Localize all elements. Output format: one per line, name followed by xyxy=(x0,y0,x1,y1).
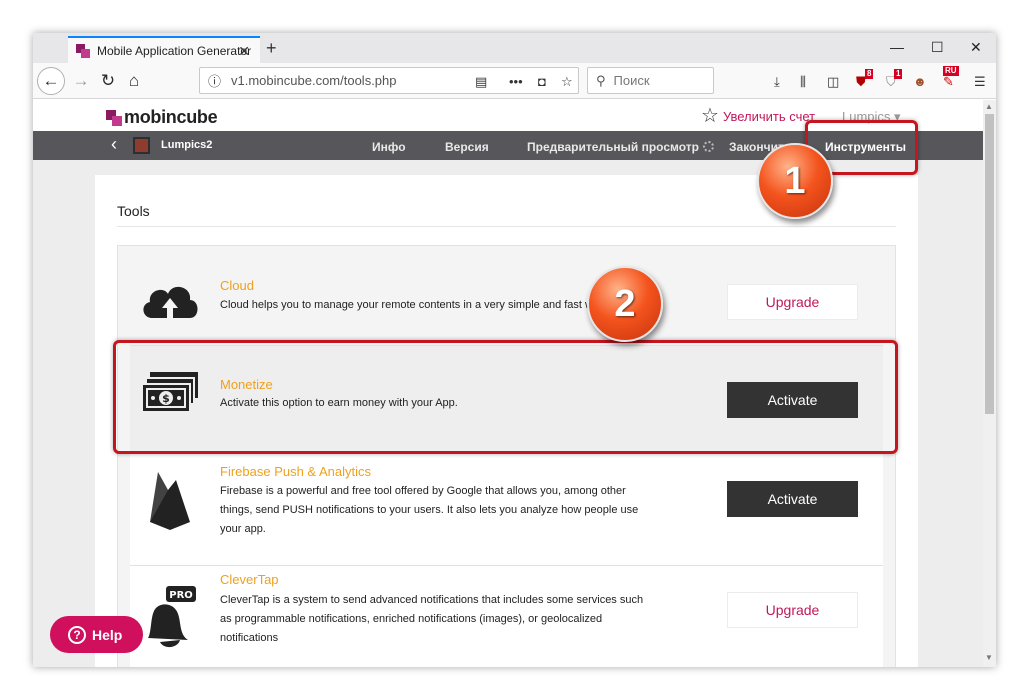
page-title: Tools xyxy=(117,203,150,219)
new-tab-icon[interactable]: + xyxy=(266,38,277,59)
close-tab-icon[interactable]: ✕ xyxy=(238,43,250,60)
back-arrow-icon[interactable]: ← xyxy=(37,67,65,95)
library-icon[interactable]: ⫼ xyxy=(800,74,806,90)
minimize-icon[interactable]: — xyxy=(890,39,904,55)
pocket-icon[interactable]: ◘ xyxy=(538,74,546,89)
window-close-icon[interactable]: ✕ xyxy=(970,39,982,56)
tool-name: Firebase Push & Analytics xyxy=(220,464,372,479)
divider xyxy=(117,226,896,227)
pro-badge: PRO xyxy=(169,590,193,601)
maximize-icon[interactable]: ☐ xyxy=(931,39,944,56)
scroll-thumb[interactable] xyxy=(985,114,994,414)
logo-mark-icon xyxy=(106,110,122,126)
scroll-down-icon[interactable]: ▼ xyxy=(985,653,993,662)
star-icon: ☆ xyxy=(701,105,719,127)
tool-name: Cloud xyxy=(220,278,254,293)
firebase-icon xyxy=(150,472,190,530)
forward-arrow-icon[interactable]: → xyxy=(67,67,95,95)
app-icon xyxy=(133,137,150,154)
loading-spinner-icon xyxy=(702,141,714,152)
search-input[interactable]: ⚲ Поиск xyxy=(587,67,714,94)
upgrade-account-link[interactable]: ☆ Увеличить счет xyxy=(701,105,816,127)
step-2-marker: 2 xyxy=(587,266,663,342)
search-placeholder: Поиск xyxy=(613,73,650,88)
ext-badge-2: 1 xyxy=(894,69,903,79)
search-icon: ⚲ xyxy=(596,72,606,88)
step-1-marker: 1 xyxy=(757,143,833,219)
upgrade-link-label: Увеличить счет xyxy=(722,108,816,124)
tool-row-cloud: Cloud Cloud helps you to manage your rem… xyxy=(130,246,883,346)
cloud-upload-icon xyxy=(143,286,198,318)
nav-version[interactable]: Версия xyxy=(445,140,489,154)
tool-description: Firebase is a powerful and free tool off… xyxy=(220,485,639,535)
help-button[interactable]: ? Help xyxy=(50,616,143,653)
scroll-up-icon[interactable]: ▲ xyxy=(985,102,993,111)
page-actions-icon[interactable]: ••• xyxy=(509,74,523,89)
question-icon: ? xyxy=(68,625,86,644)
nav-preview[interactable]: Предварительный просмотр xyxy=(527,140,714,154)
highlight-monetize-row xyxy=(113,340,898,454)
ext-badge-1: 8 xyxy=(865,69,874,79)
page-scrollbar[interactable]: ▲ ▼ xyxy=(983,100,996,667)
nav-info[interactable]: Инфо xyxy=(372,140,406,154)
tools-panel: Cloud Cloud helps you to manage your rem… xyxy=(117,245,896,667)
info-icon[interactable]: ⓘ xyxy=(208,71,221,90)
tool-row-clevertap: PRO CleverTap CleverTap is a system to s… xyxy=(130,566,883,667)
clevertap-bell-icon: PRO xyxy=(148,586,196,648)
monkey-icon[interactable]: ☻ xyxy=(913,74,927,89)
url-text: v1.mobincube.com/tools.php xyxy=(231,73,397,88)
downloads-icon[interactable]: ⤓ xyxy=(774,74,780,90)
site-favicon-icon xyxy=(76,43,90,58)
menu-icon[interactable]: ☰ xyxy=(974,74,986,90)
tab-title: Mobile Application Generator xyxy=(97,43,252,58)
browser-tab[interactable]: Mobile Application Generator ✕ xyxy=(68,36,260,63)
logo-text: mobincube xyxy=(124,107,218,127)
tool-row-firebase: Firebase Push & Analytics Firebase is a … xyxy=(130,454,883,566)
translate-icon[interactable]: ✎ xyxy=(943,74,954,90)
nav-preview-label: Предварительный просмотр xyxy=(527,140,699,154)
mobincube-logo[interactable]: mobincube xyxy=(106,107,218,128)
reload-icon[interactable]: ↻ xyxy=(94,67,122,95)
cloud-upgrade-button[interactable]: Upgrade xyxy=(727,284,858,320)
app-name: Lumpics2 xyxy=(161,139,213,151)
tool-description: CleverTap is a system to send advanced n… xyxy=(220,594,644,644)
nav-bar: ← → ↻ ⌂ ⓘ v1.mobincube.com/tools.php ▤ •… xyxy=(33,63,996,99)
home-icon[interactable]: ⌂ xyxy=(120,67,148,95)
reader-view-icon[interactable]: ▤ xyxy=(475,74,487,90)
bookmark-star-icon[interactable]: ☆ xyxy=(561,74,573,90)
tool-name: CleverTap xyxy=(220,572,279,587)
firebase-activate-button[interactable]: Activate xyxy=(727,481,858,517)
title-bar: Mobile Application Generator ✕ + — ☐ ✕ xyxy=(33,33,996,63)
clevertap-upgrade-button[interactable]: Upgrade xyxy=(727,592,858,628)
ext-badge-3: RU xyxy=(943,66,959,76)
back-chevron-icon[interactable]: ‹ xyxy=(111,134,117,155)
sidebar-icon[interactable]: ◫ xyxy=(827,74,839,90)
help-label: Help xyxy=(92,626,123,643)
